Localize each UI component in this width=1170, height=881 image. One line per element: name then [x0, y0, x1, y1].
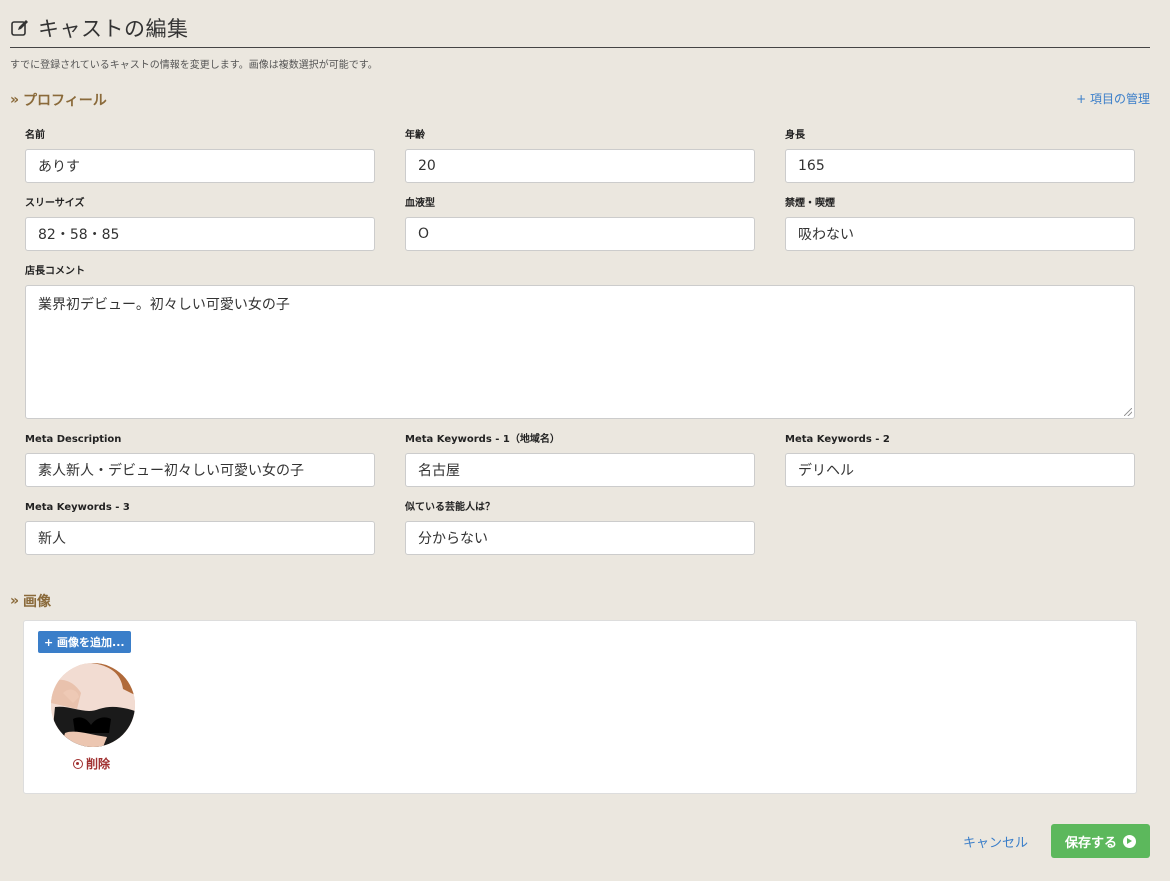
profile-section-label: プロフィール [23, 93, 107, 109]
manager-comment-field-group: 店長コメント 業界初デビュー。初々しい可愛い女の子 [25, 265, 1135, 419]
images-section-label: 画像 [23, 594, 52, 610]
age-label: 年齢 [405, 130, 425, 141]
name-label: 名前 [25, 130, 45, 141]
lookalike-input[interactable]: 分からない [405, 521, 755, 555]
meta-description-field-group: Meta Description 素人新人・デビュー初々しい可愛い女の子 [25, 433, 375, 487]
lookalike-field-group: 似ている芸能人は？ 分からない [405, 501, 755, 555]
meta-description-label: Meta Description [25, 434, 122, 445]
height-input[interactable]: 165 [785, 149, 1135, 183]
height-field-group: 身長 165 [785, 129, 1135, 183]
circle-arrow-right-icon [1123, 834, 1136, 848]
meta-keywords-2-field-group: Meta Keywords - 2 デリヘル [785, 433, 1135, 487]
meta-keywords-1-label: Meta Keywords - 1（地域名） [405, 434, 560, 445]
images-section-heading: » 画像 [10, 591, 51, 611]
three-size-input[interactable]: 82・58・85 [25, 217, 375, 251]
cast-photo-thumbnail [51, 663, 135, 747]
three-size-label: スリーサイズ [25, 198, 85, 209]
blood-type-label: 血液型 [405, 198, 435, 209]
smoking-label: 禁煙・喫煙 [785, 198, 835, 209]
height-label: 身長 [785, 130, 805, 141]
age-field-group: 年齢 20 [405, 129, 755, 183]
meta-keywords-1-input[interactable]: 名古屋 [405, 453, 755, 487]
meta-description-input[interactable]: 素人新人・デビュー初々しい可愛い女の子 [25, 453, 375, 487]
double-chevron-right-icon: » [10, 92, 20, 108]
meta-keywords-3-input[interactable]: 新人 [25, 521, 375, 555]
blood-type-input[interactable]: O [405, 217, 755, 251]
page-header: キャストの編集 [10, 12, 1150, 48]
cast-photo-image [51, 663, 135, 747]
delete-image-label: 削除 [86, 757, 111, 771]
save-button-label: 保存する [1064, 835, 1117, 851]
manager-comment-text: 業界初デビュー。初々しい可愛い女の子 [38, 297, 290, 313]
page-subtitle: すでに登録されているキャストの情報を変更します。画像は複数選択が可能です。 [10, 60, 378, 71]
double-chevron-right-icon: » [10, 593, 20, 609]
lookalike-label: 似ている芸能人は？ [405, 502, 495, 513]
add-image-button[interactable]: + 画像を追加... [38, 631, 131, 653]
three-size-field-group: スリーサイズ 82・58・85 [25, 197, 375, 251]
name-input[interactable]: ありす [25, 149, 375, 183]
page-title: キャストの編集 [38, 16, 189, 41]
meta-keywords-2-label: Meta Keywords - 2 [785, 434, 890, 445]
manage-fields-link[interactable]: + 項目の管理 [1076, 90, 1150, 107]
manager-comment-textarea[interactable]: 業界初デビュー。初々しい可愛い女の子 [25, 285, 1135, 419]
smoking-field-group: 禁煙・喫煙 吸わない [785, 197, 1135, 251]
save-button[interactable]: 保存する [1051, 824, 1150, 858]
blood-type-field-group: 血液型 O [405, 197, 755, 251]
profile-section-heading: » プロフィール [10, 90, 107, 110]
meta-keywords-3-field-group: Meta Keywords - 3 新人 [25, 501, 375, 555]
remove-circle-icon [73, 758, 83, 769]
cast-edit-page: キャストの編集 すでに登録されているキャストの情報を変更します。画像は複数選択が… [0, 0, 1170, 881]
edit-icon [11, 19, 28, 36]
age-input[interactable]: 20 [405, 149, 755, 183]
cancel-button[interactable]: キャンセル [963, 832, 1028, 851]
manager-comment-label: 店長コメント [25, 266, 85, 277]
meta-keywords-2-input[interactable]: デリヘル [785, 453, 1135, 487]
meta-keywords-3-label: Meta Keywords - 3 [25, 502, 130, 513]
meta-keywords-1-field-group: Meta Keywords - 1（地域名） 名古屋 [405, 433, 755, 487]
delete-image-link[interactable]: 削除 [73, 755, 110, 772]
resize-grip-icon[interactable] [1124, 408, 1132, 416]
image-panel: + 画像を追加... 削除 [23, 620, 1137, 794]
name-field-group: 名前 ありす [25, 129, 375, 183]
smoking-input[interactable]: 吸わない [785, 217, 1135, 251]
